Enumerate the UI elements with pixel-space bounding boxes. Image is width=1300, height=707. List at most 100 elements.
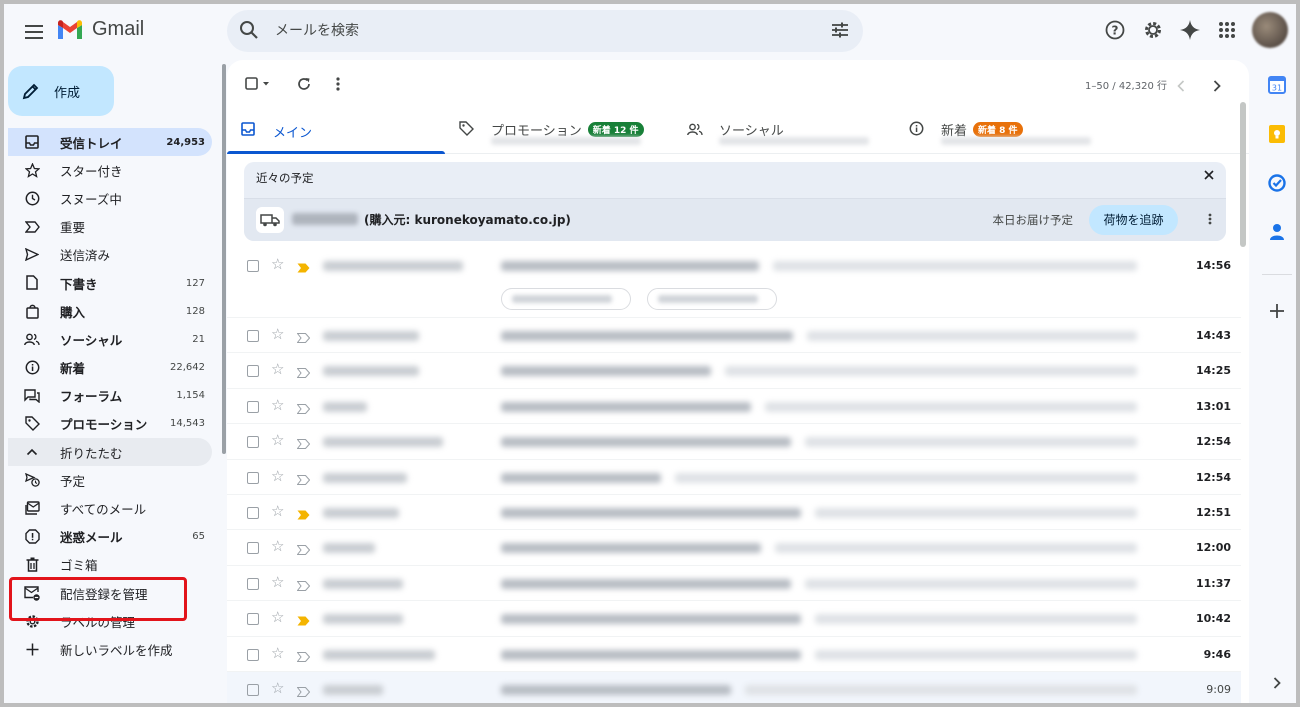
sidebar-item[interactable]: 受信トレイ 24,953 [8, 128, 212, 157]
sidebar-item[interactable]: スヌーズ中 [8, 184, 212, 212]
importance-marker-icon[interactable] [296, 434, 311, 453]
row-checkbox[interactable] [247, 542, 259, 555]
importance-marker-icon[interactable] [297, 505, 310, 524]
settings-gear-icon[interactable] [1141, 18, 1165, 42]
tab-social[interactable]: ソーシャル [673, 104, 891, 154]
star-icon[interactable]: ☆ [271, 539, 284, 554]
refresh-icon[interactable] [297, 76, 311, 95]
search-bar[interactable] [227, 10, 863, 52]
gemini-sparkle-icon[interactable] [1178, 18, 1202, 42]
row-checkbox[interactable] [247, 471, 259, 484]
select-all-checkbox[interactable] [245, 76, 271, 95]
importance-marker-icon[interactable] [296, 576, 311, 595]
help-icon[interactable]: ? [1103, 18, 1127, 42]
mail-row[interactable]: ☆ 13:01 [227, 389, 1241, 425]
track-package-button[interactable]: 荷物を追跡 [1089, 205, 1178, 235]
star-icon[interactable]: ☆ [271, 610, 284, 625]
delivery-row[interactable]: (購入元: kuronekoyamato.co.jp) 本日お届け予定 荷物を追… [244, 198, 1226, 241]
star-icon[interactable]: ☆ [271, 645, 284, 661]
sidebar-item[interactable]: スター付き [8, 156, 212, 184]
search-icon[interactable] [239, 20, 259, 40]
add-addon-plus-icon[interactable] [1266, 300, 1288, 322]
importance-marker-icon[interactable] [296, 647, 311, 666]
mail-row[interactable]: ☆ 12:54 [227, 460, 1241, 495]
star-icon[interactable]: ☆ [271, 327, 284, 342]
next-page-chevron-icon[interactable] [1213, 77, 1221, 96]
row-checkbox[interactable] [247, 330, 259, 342]
sidebar-item[interactable]: 予定 [8, 466, 212, 494]
row-checkbox[interactable] [247, 506, 259, 519]
tab-primary[interactable]: メイン [227, 104, 445, 154]
mail-row[interactable]: ☆ 14:43 [227, 318, 1241, 354]
more-vert-icon[interactable] [1208, 213, 1212, 225]
importance-marker-icon[interactable] [296, 540, 311, 559]
prev-page-chevron-icon[interactable] [1177, 77, 1185, 96]
compose-button[interactable]: 作成 [8, 66, 114, 116]
mail-list-scrollbar[interactable] [1240, 102, 1246, 247]
sidebar-scrollbar[interactable] [222, 64, 226, 454]
sidebar-item[interactable]: プロモーション 14,543 [8, 410, 212, 438]
apps-grid-icon[interactable] [1215, 18, 1239, 42]
main-menu-button[interactable] [16, 14, 52, 50]
importance-marker-icon[interactable] [297, 258, 310, 277]
importance-marker-icon[interactable] [296, 682, 311, 701]
row-checkbox[interactable] [247, 365, 259, 378]
row-checkbox[interactable] [247, 577, 259, 590]
attachment-chip[interactable] [501, 288, 631, 310]
account-avatar[interactable] [1252, 12, 1288, 48]
importance-marker-icon[interactable] [296, 328, 311, 347]
row-checkbox[interactable] [247, 400, 259, 413]
star-icon[interactable]: ☆ [271, 680, 284, 696]
row-checkbox[interactable] [247, 436, 259, 449]
sidebar-item[interactable]: 新しいラベルを作成 [8, 635, 212, 663]
mail-row[interactable]: ☆ 9:09 [227, 671, 1241, 703]
tasks-icon[interactable] [1266, 172, 1288, 194]
sidebar-item[interactable]: ゴミ箱 [8, 551, 212, 579]
row-checkbox[interactable] [247, 613, 259, 626]
sidebar-item[interactable]: 購入 128 [8, 297, 212, 325]
importance-marker-icon[interactable] [296, 363, 311, 382]
mail-row[interactable]: ☆ 10:42 [227, 601, 1241, 637]
sidebar-item[interactable]: 送信済み [8, 241, 212, 269]
mail-row[interactable]: ☆ 14:25 [227, 353, 1241, 389]
sidebar-item[interactable]: ソーシャル 21 [8, 325, 212, 353]
sidebar-item[interactable]: フォーラム 1,154 [8, 382, 212, 410]
sidebar-item[interactable]: 迷惑メール 65 [8, 523, 212, 551]
sidebar-item[interactable]: 下書き 127 [8, 269, 212, 297]
more-vert-icon[interactable] [335, 76, 341, 95]
attachment-chip[interactable] [647, 288, 777, 310]
star-icon[interactable]: ☆ [271, 468, 284, 484]
sidebar-item[interactable]: 重要 [8, 213, 212, 241]
importance-marker-icon[interactable] [296, 399, 311, 418]
row-checkbox[interactable] [247, 648, 259, 661]
search-options-icon[interactable] [831, 21, 849, 39]
importance-marker-icon[interactable] [297, 611, 310, 630]
keep-icon[interactable] [1266, 123, 1288, 145]
mail-row[interactable]: ☆ 12:00 [227, 530, 1241, 566]
row-checkbox[interactable] [247, 260, 259, 272]
tab-updates[interactable]: 新着 新着 8 件 [895, 104, 1113, 154]
close-icon[interactable] [1204, 170, 1214, 180]
search-input[interactable] [275, 10, 775, 52]
star-icon[interactable]: ☆ [271, 362, 284, 377]
row-checkbox[interactable] [247, 683, 259, 696]
importance-marker-icon[interactable] [296, 470, 311, 489]
mail-row[interactable]: ☆ 12:54 [227, 424, 1241, 460]
tab-promotions[interactable]: プロモーション 新着 12 件 [445, 104, 663, 154]
sidebar-item[interactable]: すべてのメール [8, 494, 212, 522]
star-icon[interactable]: ☆ [271, 397, 284, 413]
star-icon[interactable]: ☆ [271, 257, 284, 272]
calendar-icon[interactable]: 31 [1266, 74, 1288, 96]
star-icon[interactable]: ☆ [271, 574, 284, 590]
mail-row[interactable]: ☆ 12:51 [227, 495, 1241, 531]
mail-row[interactable]: ☆ 9:46 [227, 637, 1241, 672]
sidebar-item[interactable]: 新着 22,642 [8, 354, 212, 382]
gmail-logo[interactable]: Gmail [56, 18, 144, 41]
star-icon[interactable]: ☆ [271, 503, 284, 519]
contacts-icon[interactable] [1266, 221, 1288, 243]
star-icon[interactable]: ☆ [271, 433, 284, 448]
show-side-panel-chevron-icon[interactable] [1266, 672, 1288, 694]
mail-row[interactable]: ☆ 11:37 [227, 566, 1241, 602]
sidebar-item[interactable]: 折りたたむ [8, 438, 212, 467]
mail-row[interactable]: ☆ 14:56 [227, 248, 1241, 318]
